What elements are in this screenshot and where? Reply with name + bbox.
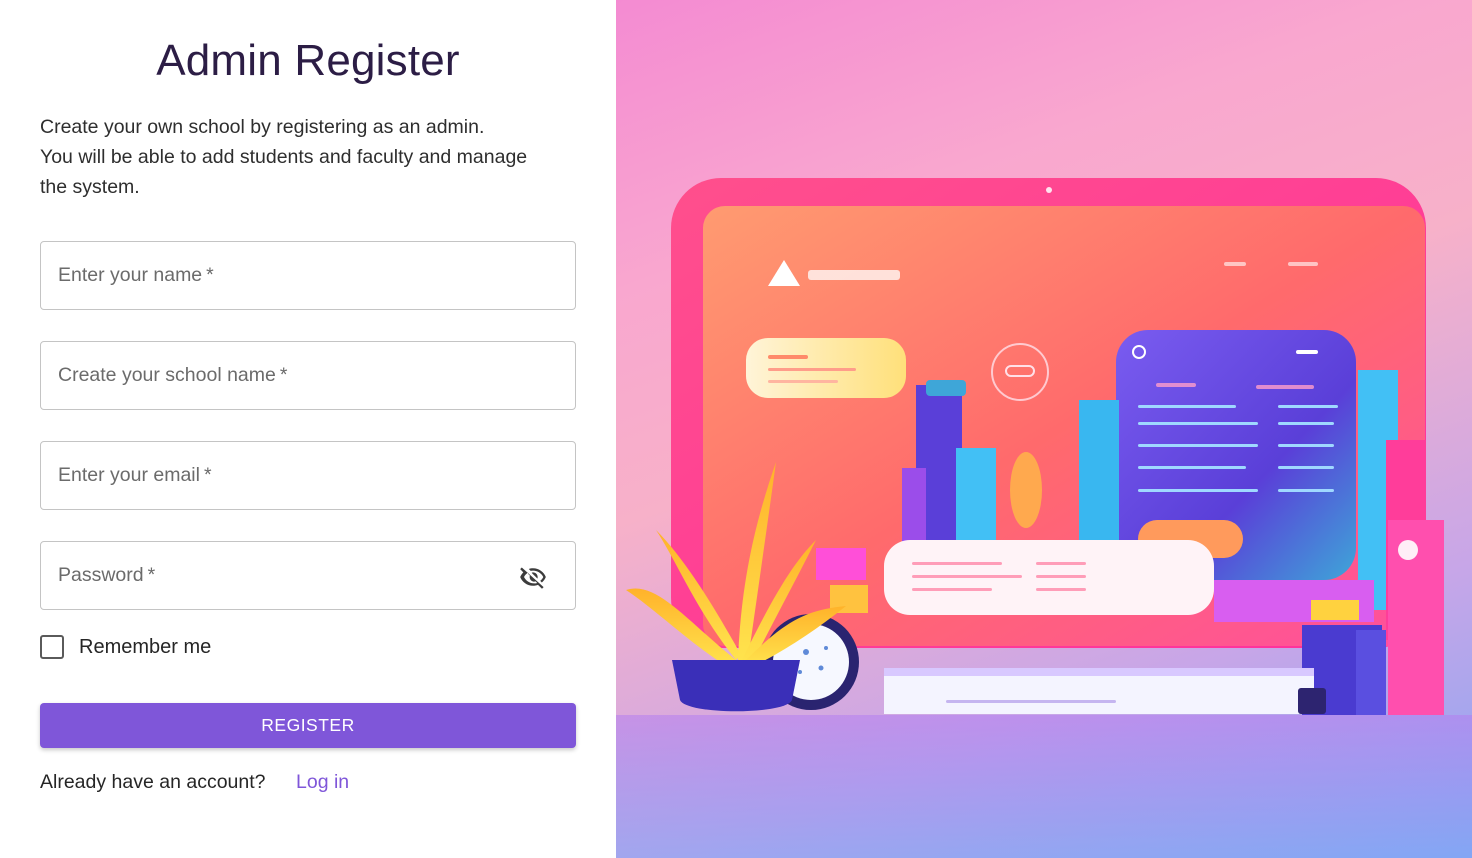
intro-line-3: the system. bbox=[40, 176, 140, 198]
intro-line-1: Create your own school by registering as… bbox=[40, 116, 485, 138]
remember-me-checkbox[interactable] bbox=[40, 635, 64, 659]
email-field-placeholder: Enter your email * bbox=[58, 464, 212, 486]
page-title: Admin Register bbox=[156, 36, 460, 85]
login-link[interactable]: Log in bbox=[296, 771, 349, 794]
name-field[interactable]: Enter your name * bbox=[40, 241, 576, 310]
register-button[interactable]: REGISTER bbox=[40, 703, 576, 748]
hero-illustration bbox=[616, 0, 1472, 858]
laptop-illustration bbox=[616, 178, 1472, 858]
school-name-field-placeholder: Create your school name * bbox=[58, 364, 288, 386]
remember-me-label: Remember me bbox=[79, 635, 212, 658]
school-name-field[interactable]: Create your school name * bbox=[40, 341, 576, 410]
password-field[interactable]: Password * bbox=[40, 541, 576, 610]
email-field[interactable]: Enter your email * bbox=[40, 441, 576, 510]
account-prompt: Already have an account? bbox=[40, 771, 266, 793]
register-panel: Admin Register Create your own school by… bbox=[0, 0, 616, 858]
name-field-placeholder: Enter your name * bbox=[58, 264, 214, 286]
intro-text: Create your own school by registering as… bbox=[40, 112, 580, 202]
remember-me[interactable]: Remember me bbox=[40, 633, 211, 661]
password-field-placeholder: Password * bbox=[58, 564, 156, 586]
intro-line-2: You will be able to add students and fac… bbox=[40, 146, 528, 168]
eye-off-icon[interactable] bbox=[519, 563, 547, 591]
